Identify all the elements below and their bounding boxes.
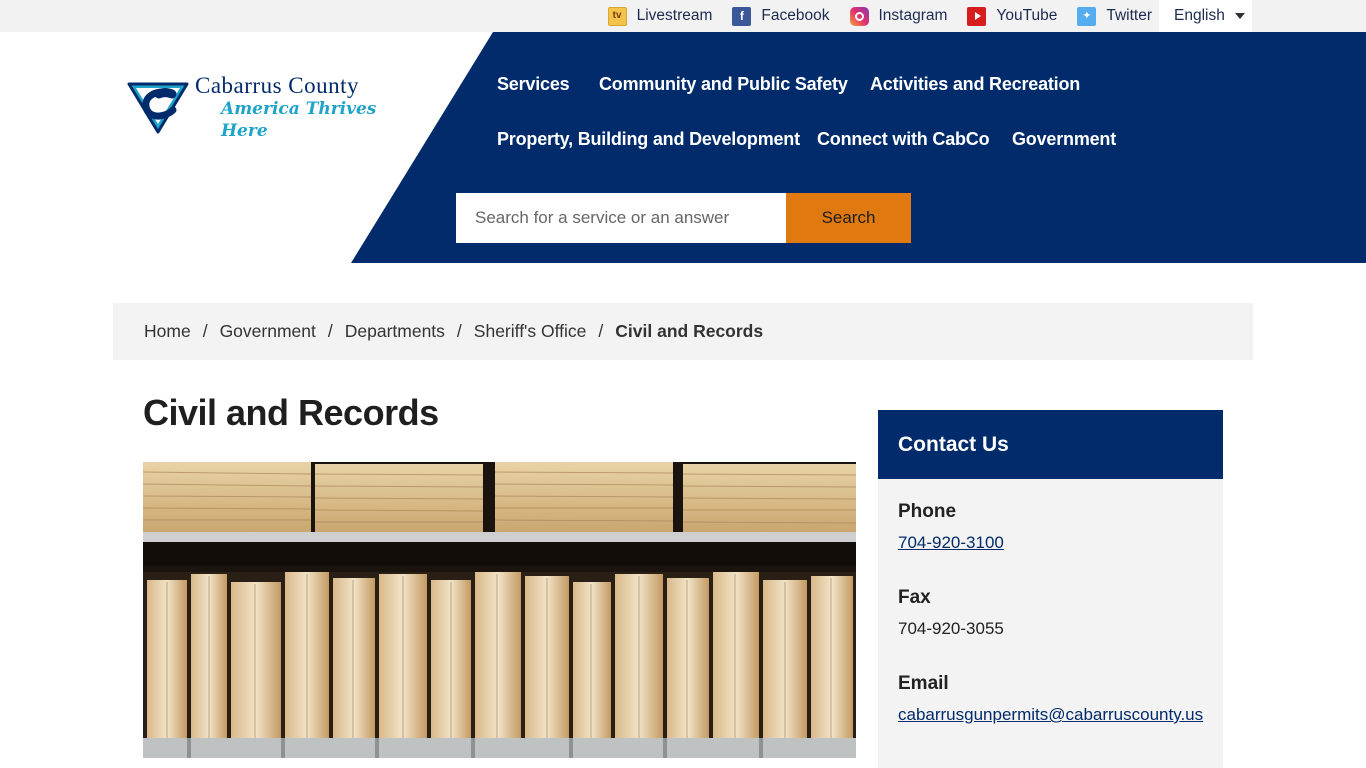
livestream-link[interactable]: tv Livestream	[607, 6, 713, 26]
logo-name: Cabarrus County	[195, 73, 360, 98]
search-input[interactable]	[456, 193, 786, 243]
youtube-link[interactable]: YouTube	[967, 6, 1058, 26]
twitter-label: Twitter	[1106, 7, 1152, 24]
livestream-label: Livestream	[636, 7, 713, 24]
caret-down-icon	[1234, 13, 1245, 19]
instagram-link[interactable]: Instagram	[849, 6, 948, 26]
phone-link[interactable]: 704-920-3100	[898, 533, 1004, 552]
email-label: Email	[898, 673, 949, 694]
fax-value: 704-920-3055	[898, 619, 1004, 638]
instagram-icon	[849, 6, 869, 26]
contact-heading: Contact Us	[878, 410, 1223, 479]
facebook-label: Facebook	[761, 7, 830, 24]
twitter-link[interactable]: ✦ Twitter	[1077, 6, 1152, 26]
breadcrumb-home[interactable]: Home	[144, 321, 191, 342]
nav-item-community-public-safety[interactable]: Community and Public Safety	[599, 74, 848, 95]
nav-item-activities-recreation[interactable]: Activities and Recreation	[870, 74, 1080, 95]
facebook-link[interactable]: f Facebook	[732, 6, 830, 26]
search-button[interactable]: Search	[786, 193, 911, 243]
instagram-label: Instagram	[878, 7, 948, 24]
contact-body: Phone 704-920-3100 Fax 704-920-3055 Emai…	[878, 479, 1223, 725]
logo-tagline: America Thrives Here	[221, 99, 377, 141]
utility-bar: tv Livestream f Facebook Instagram YouTu…	[0, 0, 1366, 32]
nav-item-services[interactable]: Services	[497, 74, 570, 95]
county-logo-icon	[127, 82, 189, 134]
social-links: tv Livestream f Facebook Instagram YouTu…	[588, 0, 1152, 32]
email-link[interactable]: cabarrusgunpermits@cabarruscounty.us	[898, 705, 1203, 724]
breadcrumb-government[interactable]: Government	[220, 321, 316, 342]
phone-label: Phone	[898, 501, 957, 522]
breadcrumb: Home / Government / Departments / Sherif…	[113, 303, 1253, 360]
breadcrumb-separator: /	[598, 321, 604, 341]
language-value: English	[1174, 7, 1225, 24]
file-folders-illustration	[143, 462, 856, 758]
breadcrumb-separator: /	[456, 321, 462, 341]
file-folders-photo	[143, 462, 856, 758]
language-select[interactable]: English	[1159, 0, 1252, 32]
twitter-icon: ✦	[1077, 6, 1097, 26]
nav-item-connect-cabco[interactable]: Connect with CabCo	[817, 129, 990, 150]
facebook-icon: f	[732, 6, 752, 26]
breadcrumb-separator: /	[327, 321, 333, 341]
nav-item-property-building-development[interactable]: Property, Building and Development	[497, 129, 800, 150]
contact-card: Contact Us Phone 704-920-3100 Fax 704-92…	[878, 410, 1223, 768]
page-title: Civil and Records	[143, 392, 439, 433]
county-logo[interactable]: Cabarrus County America Thrives Here	[127, 74, 427, 141]
search-form: Search	[456, 193, 911, 243]
logo-text: Cabarrus County America Thrives Here	[195, 74, 427, 142]
fax-label: Fax	[898, 587, 931, 608]
bottom-folders	[143, 572, 856, 758]
breadcrumb-departments[interactable]: Departments	[345, 321, 445, 342]
breadcrumb-current: Civil and Records	[615, 321, 764, 341]
youtube-label: YouTube	[996, 7, 1058, 24]
tv-icon: tv	[607, 6, 627, 26]
breadcrumb-separator: /	[202, 321, 208, 341]
youtube-icon	[967, 6, 987, 26]
nav-item-government[interactable]: Government	[1012, 129, 1116, 150]
breadcrumb-sheriffs-office[interactable]: Sheriff's Office	[474, 321, 587, 342]
top-shelf-stacks	[143, 462, 856, 534]
